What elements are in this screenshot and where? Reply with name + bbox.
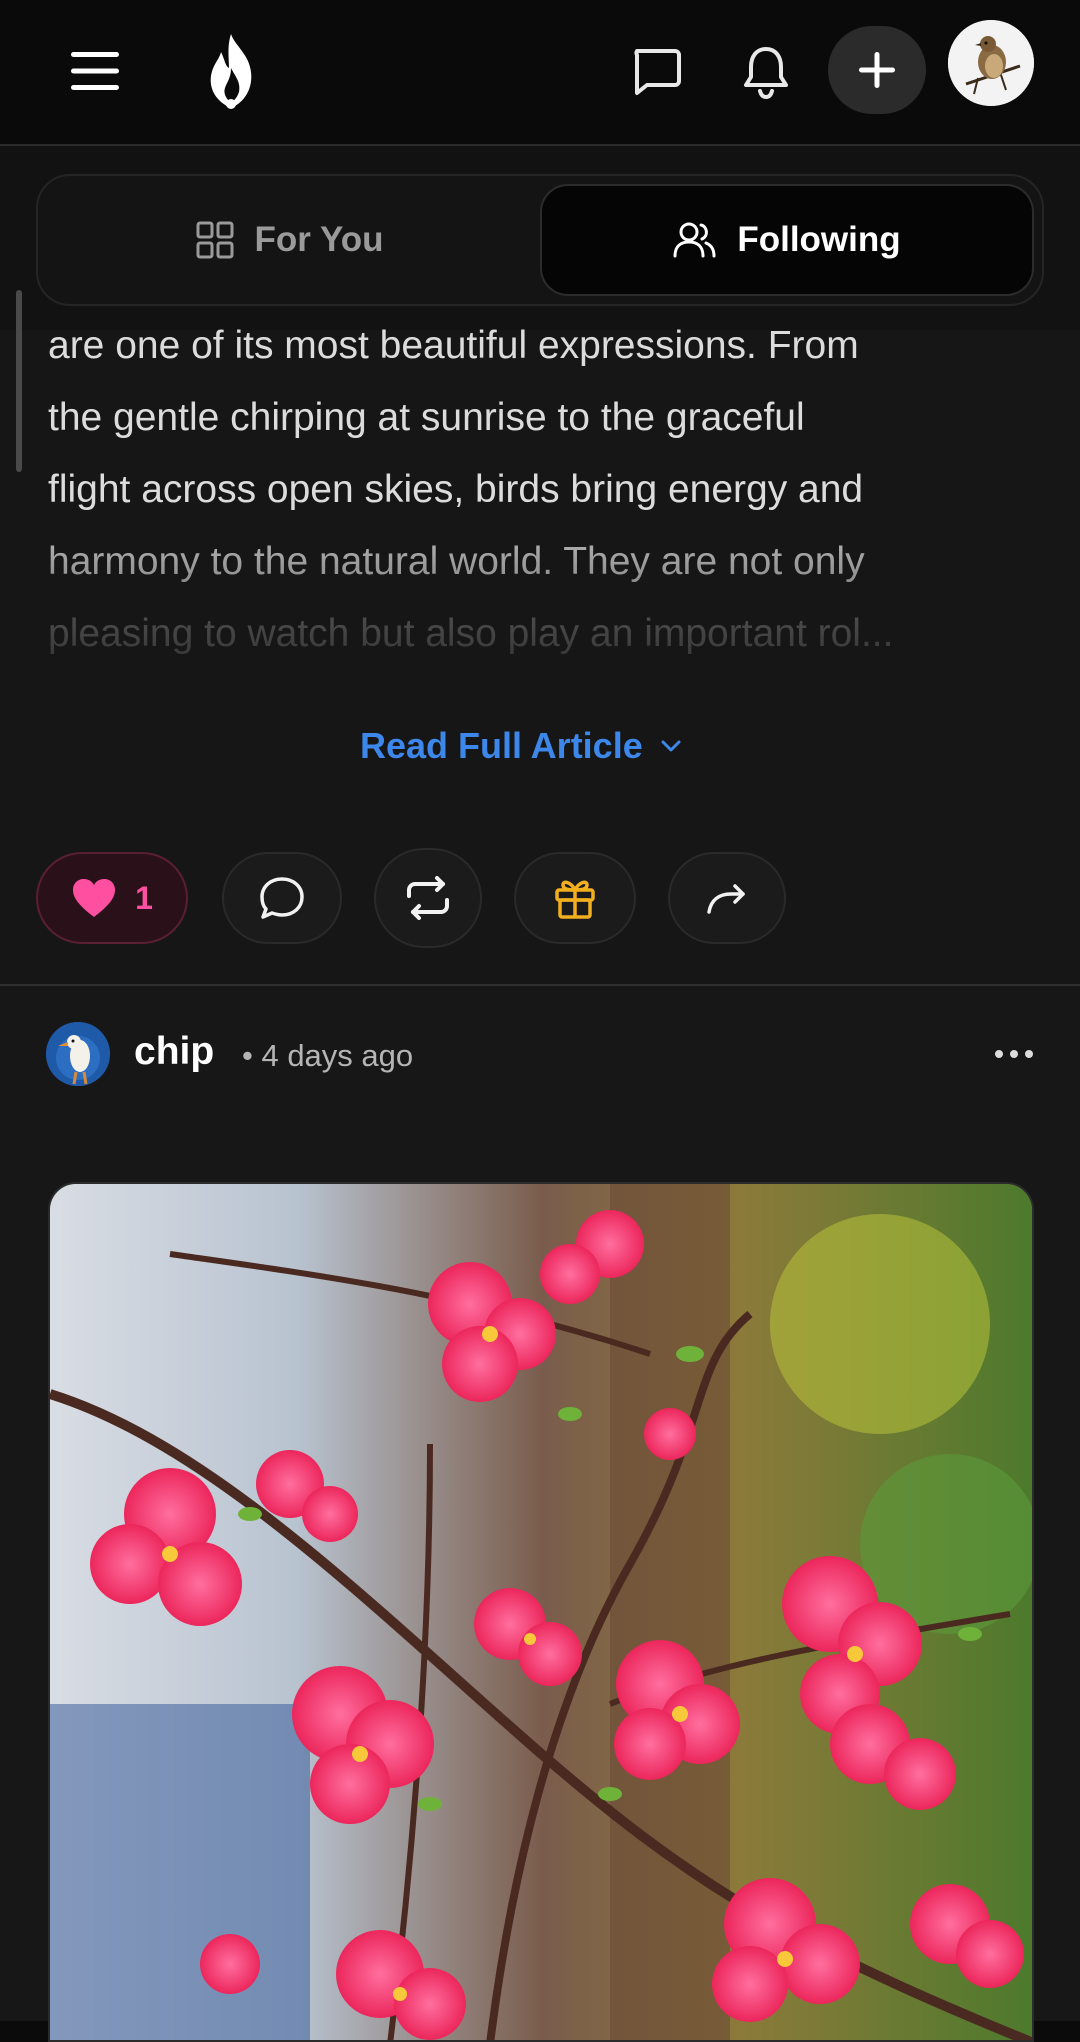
more-options-button[interactable] (986, 1032, 1042, 1076)
tab-for-you[interactable]: For You (46, 184, 532, 296)
tab-following-label: Following (737, 220, 901, 259)
hamburger-menu-icon (71, 52, 119, 90)
flame-icon (210, 34, 252, 109)
post-actions: 1 (0, 848, 1080, 948)
menu-button[interactable] (58, 38, 132, 104)
repost-button[interactable] (374, 848, 482, 948)
create-post-button[interactable] (828, 26, 926, 114)
post-timestamp: • 4 days ago (242, 1038, 414, 1073)
article-line: are one of its most beautiful expression… (48, 324, 859, 367)
bell-icon (744, 47, 788, 99)
read-full-article-link[interactable]: Read Full Article (360, 716, 683, 776)
post-header: chip • 4 days ago (46, 1022, 1036, 1086)
comment-icon (260, 877, 304, 919)
article-line: flight across open skies, birds bring en… (48, 468, 864, 511)
article-line: the gentle chirping at sunrise to the gr… (48, 396, 805, 439)
author-avatar[interactable] (46, 1022, 110, 1086)
top-app-bar (0, 0, 1080, 146)
messages-button[interactable] (620, 36, 692, 108)
article-excerpt: are one of its most beautiful expression… (48, 310, 1038, 656)
notifications-button[interactable] (730, 36, 802, 108)
share-icon (707, 884, 745, 914)
post-image[interactable] (48, 1182, 1034, 2042)
author-name[interactable]: chip (134, 1030, 214, 1074)
profile-avatar[interactable] (948, 20, 1034, 106)
blossom-photo (50, 1184, 1032, 2040)
comment-button[interactable] (222, 852, 342, 944)
tab-for-you-label: For You (254, 220, 384, 259)
plus-icon (859, 52, 895, 88)
heart-icon (73, 879, 116, 917)
tab-following[interactable]: Following (540, 184, 1034, 296)
article-line: harmony to the natural world. They are n… (48, 540, 865, 583)
chat-bubble-icon (634, 49, 681, 95)
grid-icon (196, 221, 233, 259)
users-icon (673, 222, 716, 258)
chevron-down-icon (661, 740, 681, 752)
scrollbar-thumb[interactable] (16, 290, 22, 472)
more-dots-icon (995, 1050, 1033, 1058)
like-count: 1 (135, 879, 153, 916)
bird-avatar (948, 20, 1034, 106)
article-line: pleasing to watch but also play an impor… (48, 612, 894, 655)
share-button[interactable] (668, 852, 786, 944)
app-logo[interactable] (196, 28, 266, 116)
like-button[interactable]: 1 (36, 852, 188, 944)
gift-icon (555, 880, 595, 919)
read-full-article-label: Read Full Article (360, 725, 643, 766)
repost-icon (407, 876, 449, 920)
feed-tabs: For You Following (36, 174, 1044, 306)
gift-button[interactable] (514, 852, 636, 944)
bird-avatar-icon (46, 1022, 110, 1086)
